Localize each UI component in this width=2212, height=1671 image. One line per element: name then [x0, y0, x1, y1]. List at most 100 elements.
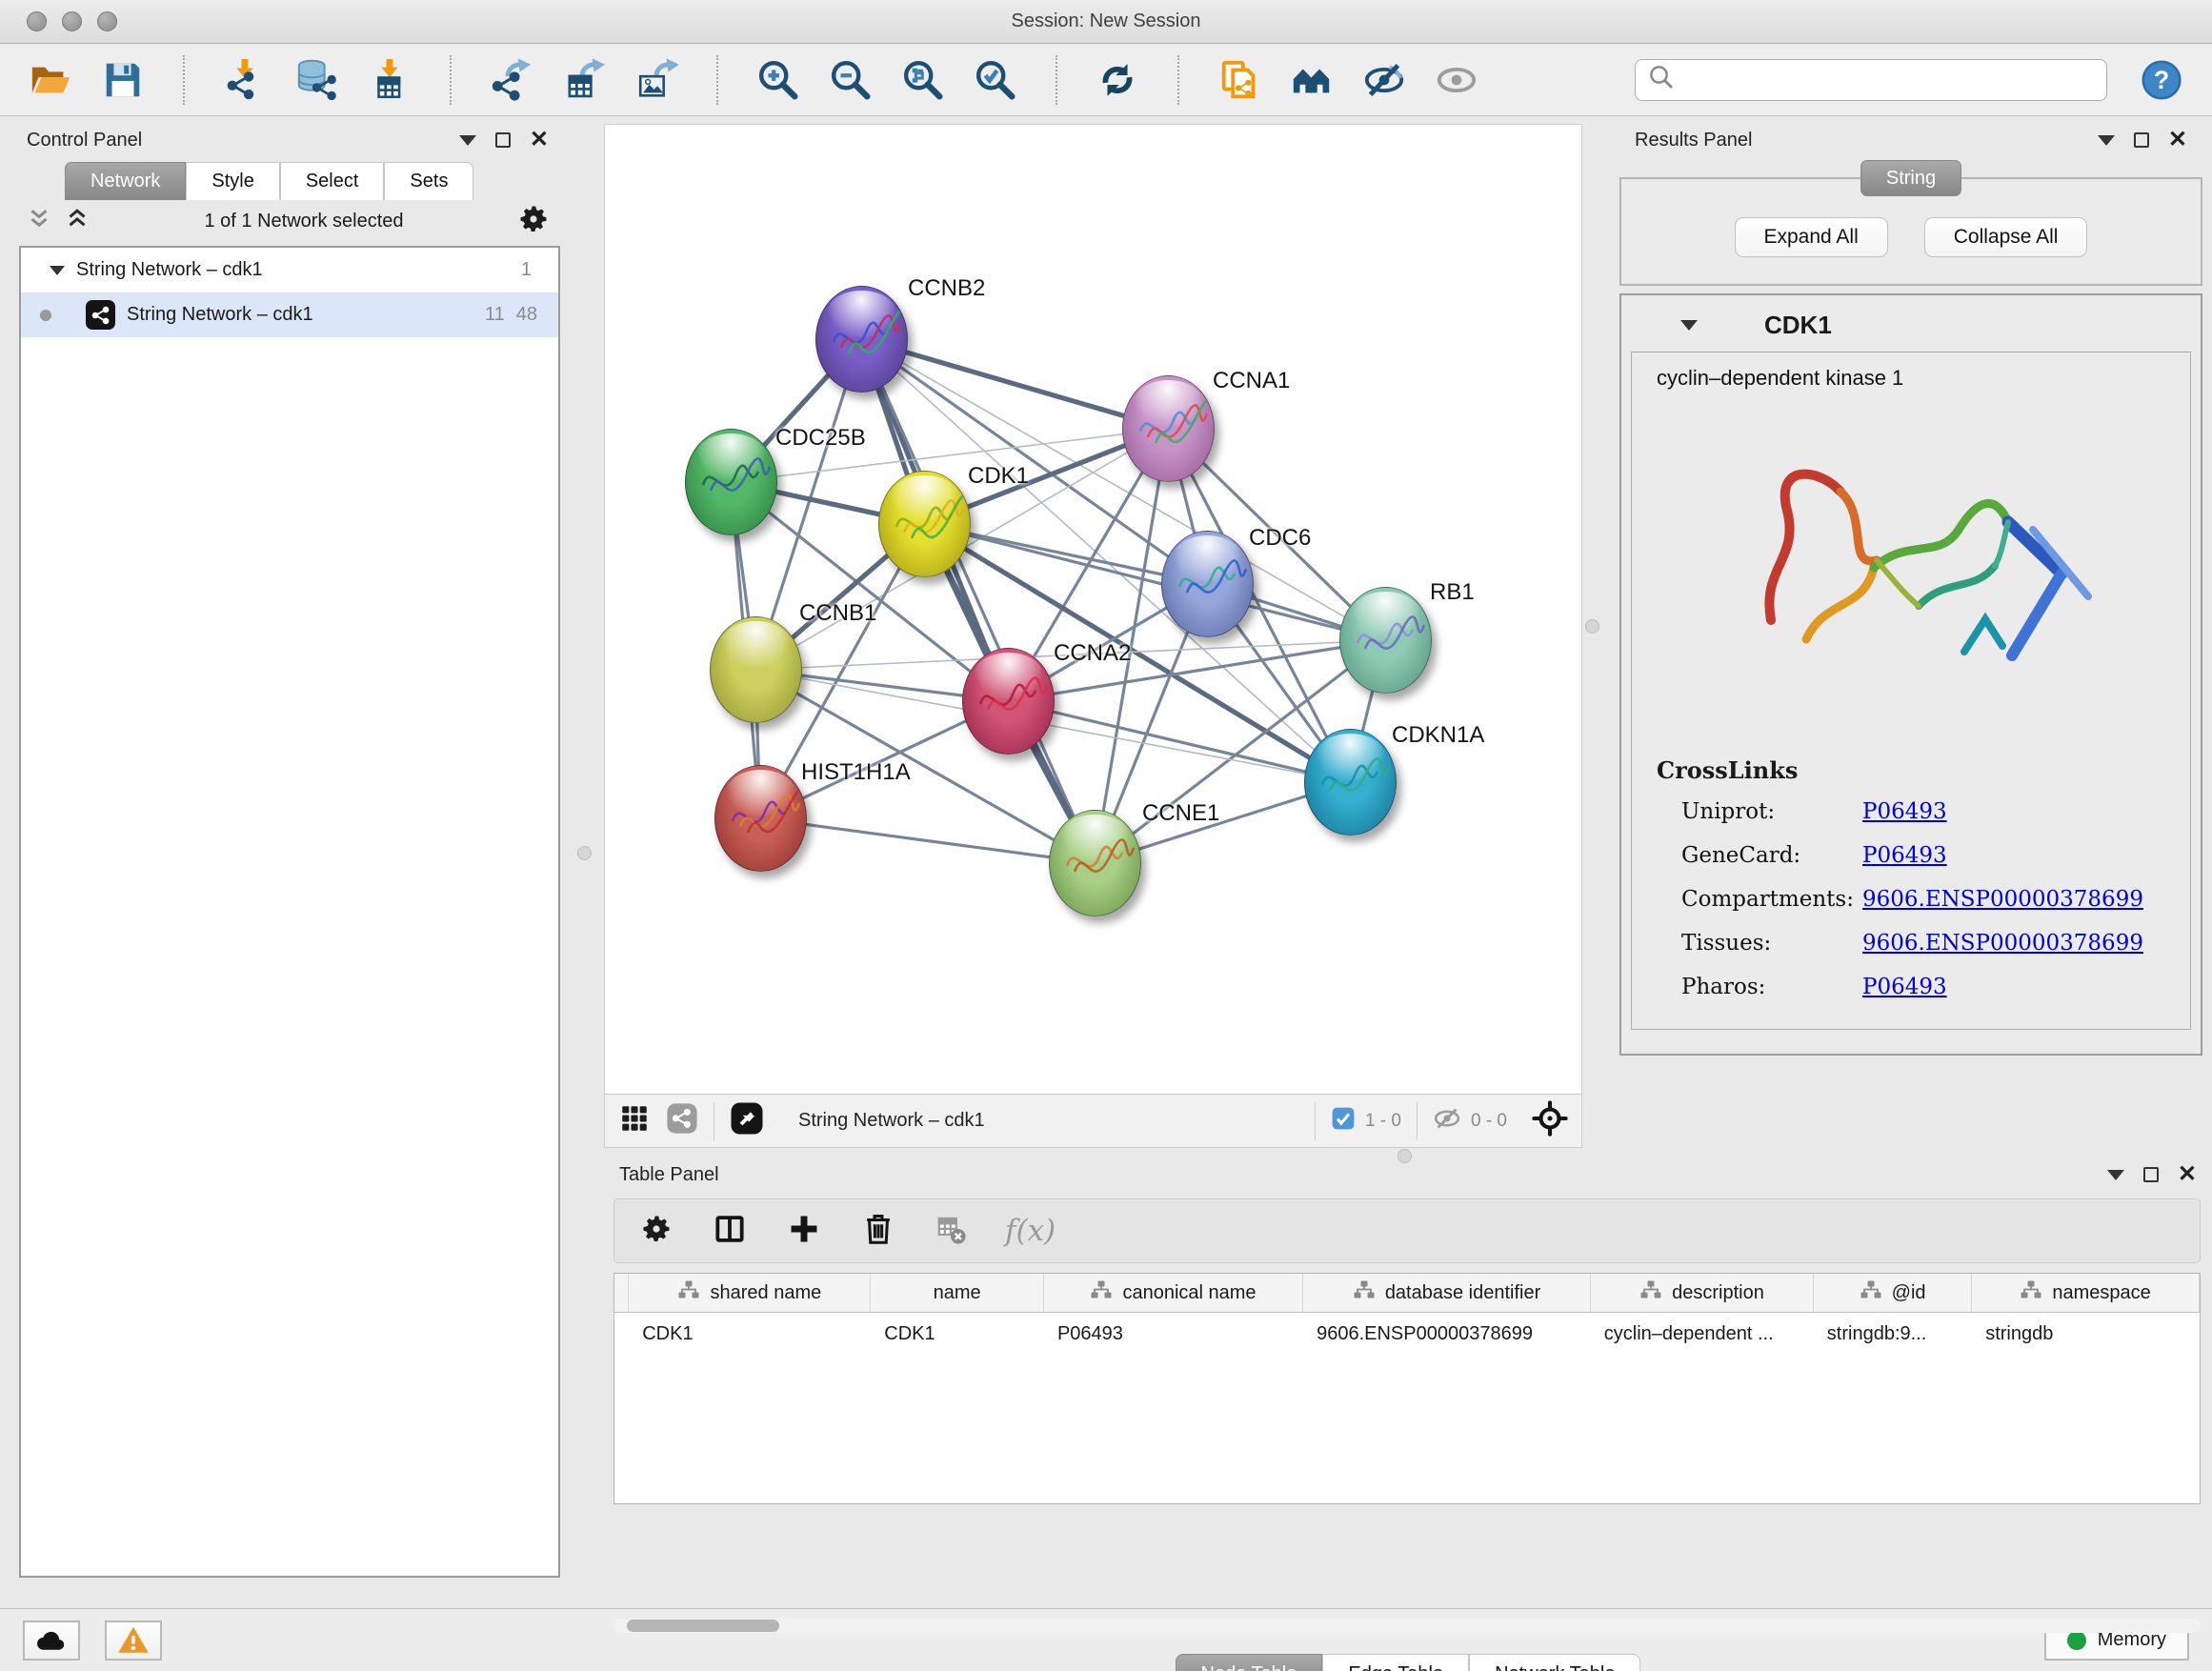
close-window-button[interactable] — [27, 11, 47, 31]
cloud-status-button[interactable] — [23, 1621, 80, 1661]
hidden-eye-icon[interactable] — [1433, 1104, 1461, 1137]
add-column-icon[interactable] — [786, 1211, 822, 1252]
export-network-icon[interactable] — [482, 53, 541, 107]
close-panel-icon[interactable]: ✕ — [530, 129, 549, 151]
import-network-icon[interactable] — [215, 53, 274, 107]
float-panel-icon[interactable] — [2143, 1167, 2159, 1182]
close-panel-icon[interactable]: ✕ — [2168, 129, 2187, 151]
table-row[interactable]: CDK1CDK1P064939606.ENSP00000378699cyclin… — [614, 1313, 2200, 1355]
bottom-splitter-handle[interactable] — [1398, 1149, 1412, 1163]
panel-menu-icon[interactable] — [2098, 135, 2115, 146]
zoom-in-icon[interactable] — [749, 53, 808, 107]
string-home-icon[interactable] — [1282, 53, 1341, 107]
open-file-icon[interactable] — [21, 53, 80, 107]
zoom-selected-icon[interactable] — [966, 53, 1025, 107]
table-cell[interactable]: stringdb:9... — [1814, 1323, 1972, 1345]
close-panel-icon[interactable]: ✕ — [2178, 1163, 2197, 1186]
network-canvas[interactable]: CCNB2CCNA1CDC25BCDK1CDC6RB1CCNB1CCNA2CDK… — [605, 125, 1581, 1094]
grid-view-icon[interactable] — [618, 1102, 651, 1139]
table-cell[interactable]: CDK1 — [629, 1323, 871, 1345]
panel-menu-icon[interactable] — [2107, 1170, 2124, 1180]
crosslink-link[interactable]: P06493 — [1862, 799, 1947, 824]
table-cell[interactable]: CDK1 — [871, 1323, 1044, 1345]
show-all-icon[interactable] — [1427, 53, 1486, 107]
delete-column-icon[interactable] — [860, 1211, 896, 1252]
column-header-description[interactable]: description — [1591, 1274, 1814, 1312]
hide-selected-icon[interactable] — [1355, 53, 1414, 107]
tab-select[interactable]: Select — [280, 162, 385, 200]
column-header--id[interactable]: @id — [1814, 1274, 1972, 1312]
show-columns-icon[interactable] — [712, 1211, 748, 1252]
panel-menu-icon[interactable] — [459, 135, 476, 146]
crosslink-link[interactable]: P06493 — [1862, 975, 1947, 999]
network-row[interactable]: String Network – cdk1 11 48 — [21, 292, 558, 337]
right-splitter-handle[interactable] — [1585, 619, 1599, 634]
tab-network[interactable]: Network — [65, 162, 186, 200]
network-options-gear-icon[interactable] — [516, 202, 551, 241]
duplicate-network-icon[interactable] — [1210, 53, 1269, 107]
share-view-icon[interactable] — [666, 1102, 698, 1139]
crosslink-link[interactable]: 9606.ENSP00000378699 — [1862, 887, 2143, 912]
warning-status-button[interactable] — [105, 1621, 162, 1661]
export-image-icon[interactable] — [627, 53, 686, 107]
search-box[interactable] — [1635, 59, 2107, 101]
collapse-collection-icon[interactable] — [50, 266, 65, 275]
search-input[interactable] — [1683, 70, 2095, 91]
column-header-canonical-name[interactable]: canonical name — [1044, 1274, 1303, 1312]
expand-all-icon[interactable] — [63, 205, 91, 238]
tab-style[interactable]: Style — [186, 162, 279, 200]
network-node-CDKN1A[interactable] — [1304, 729, 1397, 836]
float-panel-icon[interactable] — [495, 132, 511, 148]
collapse-all-icon[interactable] — [25, 205, 53, 238]
zoom-out-icon[interactable] — [821, 53, 880, 107]
minimize-window-button[interactable] — [62, 11, 82, 31]
network-node-RB1[interactable] — [1339, 587, 1432, 694]
network-node-CCNA1[interactable] — [1122, 375, 1215, 482]
crosslink-link[interactable]: 9606.ENSP00000378699 — [1862, 931, 2143, 956]
network-node-CDC6[interactable] — [1161, 531, 1254, 637]
expand-all-button[interactable]: Expand All — [1735, 217, 1888, 257]
import-table-icon[interactable] — [360, 53, 419, 107]
tab-node-table[interactable]: Node Table — [1176, 1654, 1323, 1671]
refresh-layout-icon[interactable] — [1088, 53, 1147, 107]
tab-string[interactable]: String — [1860, 160, 1961, 196]
zoom-fit-icon[interactable] — [894, 53, 953, 107]
table-cell[interactable]: P06493 — [1044, 1323, 1303, 1345]
column-header-namespace[interactable]: namespace — [1972, 1274, 2200, 1312]
tab-edge-table[interactable]: Edge Table — [1322, 1654, 1469, 1671]
edge-CDK1-RB1[interactable] — [924, 524, 1385, 640]
left-splitter-handle[interactable] — [577, 846, 592, 860]
crosshair-icon[interactable] — [1532, 1100, 1568, 1141]
table-cell[interactable]: stringdb — [1972, 1323, 2200, 1345]
column-header-database-identifier[interactable]: database identifier — [1303, 1274, 1591, 1312]
table-cell[interactable]: 9606.ENSP00000378699 — [1303, 1323, 1591, 1345]
table-hscrollbar[interactable] — [613, 1619, 2201, 1633]
network-node-CCNE1[interactable] — [1049, 810, 1141, 916]
table-options-gear-icon[interactable] — [639, 1212, 674, 1251]
selected-checkbox-icon[interactable] — [1331, 1106, 1356, 1136]
scrollbar-thumb[interactable] — [627, 1620, 779, 1632]
network-node-CCNB1[interactable] — [710, 616, 802, 723]
birdseye-icon[interactable] — [730, 1101, 764, 1140]
network-collection-row[interactable]: String Network – cdk1 1 — [21, 248, 558, 292]
collapse-entry-icon[interactable] — [1680, 320, 1698, 331]
network-node-HIST1H1A[interactable] — [714, 765, 807, 872]
zoom-window-button[interactable] — [97, 11, 117, 31]
edge-CCNB2-CCNA1[interactable] — [861, 339, 1168, 429]
export-table-icon[interactable] — [554, 53, 613, 107]
edge-HIST1H1A-CCNE1[interactable] — [760, 818, 1095, 863]
help-button[interactable]: ? — [2132, 53, 2191, 107]
table-cell[interactable]: cyclin–dependent ... — [1591, 1323, 1814, 1345]
network-node-CCNA2[interactable] — [962, 648, 1055, 755]
column-header-shared-name[interactable]: shared name — [629, 1274, 871, 1312]
network-node-CCNB2[interactable] — [815, 286, 908, 393]
crosslink-link[interactable]: P06493 — [1862, 843, 1947, 868]
collapse-all-button[interactable]: Collapse All — [1924, 217, 2088, 257]
column-header-name[interactable]: name — [871, 1274, 1044, 1312]
import-database-icon[interactable] — [288, 53, 347, 107]
float-panel-icon[interactable] — [2134, 132, 2149, 148]
save-session-icon[interactable] — [93, 53, 152, 107]
network-node-CDC25B[interactable] — [685, 429, 777, 535]
tab-sets[interactable]: Sets — [384, 162, 473, 200]
network-node-CDK1[interactable] — [878, 471, 971, 577]
